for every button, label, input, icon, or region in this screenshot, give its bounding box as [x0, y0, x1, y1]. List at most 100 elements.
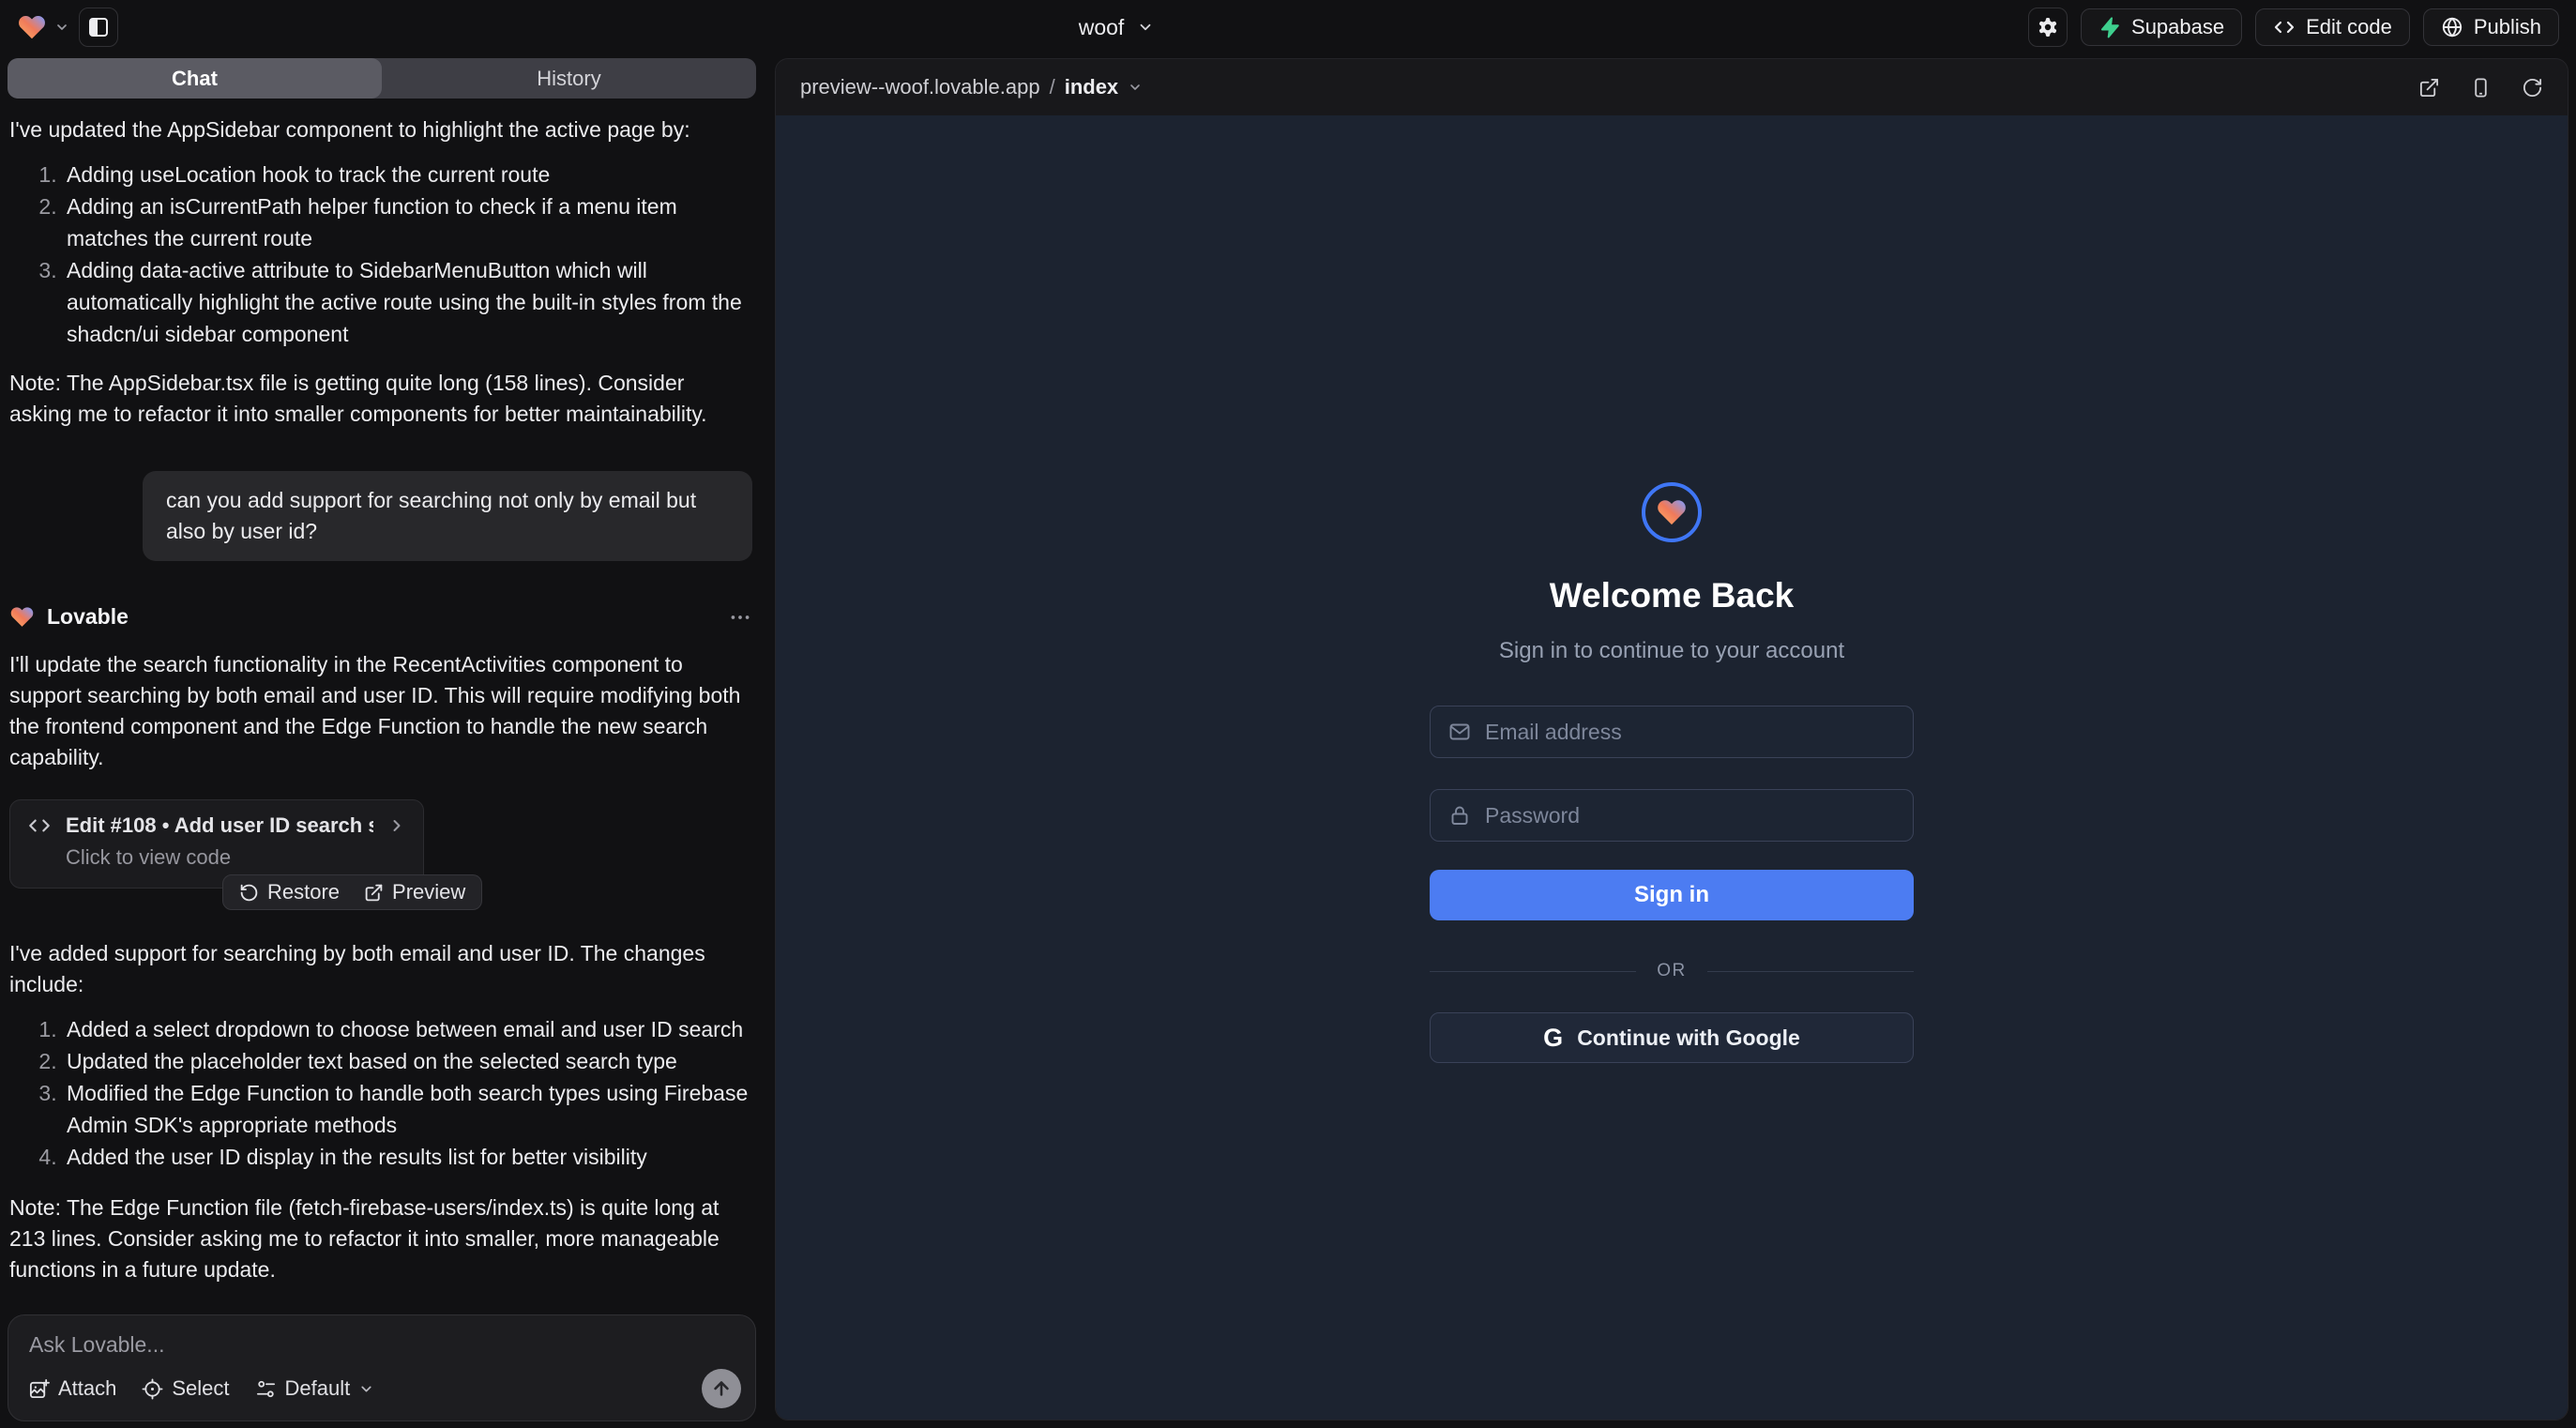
tab-history[interactable]: History: [382, 58, 756, 99]
assistant-header: Lovable: [9, 604, 752, 630]
supabase-label: Supabase: [2131, 15, 2224, 39]
chat-input[interactable]: [29, 1332, 735, 1358]
supabase-button[interactable]: Supabase: [2081, 8, 2242, 46]
auth-title: Welcome Back: [1550, 576, 1795, 615]
list-item: Updated the placeholder text based on th…: [63, 1045, 752, 1077]
preview-url-separator: /: [1050, 75, 1055, 99]
edit-code-label: Edit code: [2306, 15, 2392, 39]
top-bar: woof Supabase Edit code: [0, 0, 2576, 54]
chevron-right-icon: [387, 816, 406, 835]
assistant-note: Note: The AppSidebar.tsx file is getting…: [9, 368, 752, 430]
assistant-paragraph: I've updated the AppSidebar component to…: [9, 114, 752, 145]
or-label: OR: [1657, 961, 1687, 981]
preview-header: preview--woof.lovable.app / index: [776, 59, 2568, 115]
publish-button[interactable]: Publish: [2423, 8, 2559, 46]
list-item: Modified the Edge Function to handle bot…: [63, 1077, 752, 1141]
preview-button[interactable]: Preview: [364, 880, 465, 904]
sliders-icon: [255, 1378, 277, 1400]
composer: Attach Select Default: [8, 1314, 756, 1421]
edit-card-actions: Restore Preview: [222, 874, 482, 910]
open-in-new-tab-button[interactable]: [2418, 77, 2440, 99]
send-button[interactable]: [702, 1369, 741, 1408]
edit-code-button[interactable]: Edit code: [2255, 8, 2410, 46]
or-divider: OR: [1430, 962, 1914, 980]
settings-button[interactable]: [2028, 8, 2068, 47]
chat-panel: Chat History I've updated the AppSidebar…: [0, 54, 764, 1428]
google-button-label: Continue with Google: [1577, 1025, 1800, 1051]
globe-icon: [2441, 16, 2463, 38]
app-logo: [1642, 482, 1702, 542]
user-message-bubble: can you add support for searching not on…: [143, 471, 752, 561]
restore-button[interactable]: Restore: [239, 880, 340, 904]
chevron-down-icon: [1137, 19, 1154, 36]
lovable-heart-icon: [9, 604, 35, 630]
password-field[interactable]: [1430, 789, 1914, 842]
publish-label: Publish: [2474, 15, 2541, 39]
refresh-button[interactable]: [2522, 77, 2543, 99]
auth-card: Welcome Back Sign in to continue to your…: [1430, 115, 1914, 1063]
restore-label: Restore: [267, 880, 340, 904]
list-item: Adding an isCurrentPath helper function …: [63, 190, 752, 254]
lock-icon: [1448, 804, 1471, 827]
continue-with-google-button[interactable]: G Continue with Google: [1430, 1012, 1914, 1063]
list-item: Added a select dropdown to choose betwee…: [63, 1013, 752, 1045]
email-input[interactable]: [1485, 720, 1895, 745]
assistant-name: Lovable: [47, 604, 129, 630]
assistant-list: Added a select dropdown to choose betwee…: [9, 1013, 752, 1173]
heart-icon: [1656, 496, 1688, 528]
mobile-view-button[interactable]: [2470, 77, 2492, 99]
message-options-ellipsis-icon[interactable]: [728, 605, 752, 630]
chevron-down-icon: [54, 20, 69, 35]
preview-app-content: Welcome Back Sign in to continue to your…: [776, 115, 2568, 1420]
supabase-icon: [2099, 16, 2121, 38]
code-icon: [2273, 16, 2296, 38]
panel-left-icon: [87, 16, 110, 38]
model-label: Default: [285, 1376, 351, 1401]
assistant-paragraph: I'll update the search functionality in …: [9, 649, 752, 773]
assistant-note: Note: The Edge Function file (fetch-fire…: [9, 1193, 752, 1285]
select-label: Select: [172, 1376, 229, 1401]
select-element-button[interactable]: Select: [142, 1376, 229, 1401]
project-name: woof: [1079, 15, 1125, 40]
password-input[interactable]: [1485, 803, 1895, 828]
preview-page-selector[interactable]: index: [1065, 75, 1118, 99]
tab-chat[interactable]: Chat: [8, 58, 382, 99]
restore-icon: [239, 883, 259, 903]
code-icon: [27, 813, 52, 838]
preview-url[interactable]: preview--woof.lovable.app: [800, 75, 1040, 99]
toggle-sidebar-button[interactable]: [79, 8, 118, 47]
preview-panel: preview--woof.lovable.app / index: [775, 58, 2568, 1420]
list-item: Added the user ID display in the results…: [63, 1141, 752, 1173]
lovable-app: woof Supabase Edit code: [0, 0, 2576, 1428]
chevron-down-icon: [358, 1381, 374, 1397]
tab-chat-label: Chat: [172, 67, 218, 91]
chat-message-list[interactable]: I've updated the AppSidebar component to…: [0, 99, 764, 1308]
project-switcher[interactable]: woof: [976, 0, 1257, 54]
sign-in-button[interactable]: Sign in: [1430, 870, 1914, 920]
tab-history-label: History: [537, 67, 600, 91]
assistant-paragraph: I've added support for searching by both…: [9, 938, 752, 1000]
chat-history-tabs: Chat History: [8, 58, 756, 99]
email-field[interactable]: [1430, 706, 1914, 758]
assistant-list: Adding useLocation hook to track the cur…: [9, 159, 752, 350]
list-item: Adding useLocation hook to track the cur…: [63, 159, 752, 190]
attach-button[interactable]: Attach: [28, 1376, 116, 1401]
gear-icon: [2037, 16, 2059, 38]
external-link-icon: [364, 883, 384, 903]
google-g-icon: G: [1543, 1024, 1563, 1053]
attach-label: Attach: [58, 1376, 116, 1401]
edit-card-subtitle: Click to view code: [66, 845, 406, 870]
lovable-logo-menu[interactable]: [17, 12, 69, 42]
crosshair-icon: [142, 1378, 163, 1400]
list-item: Adding data-active attribute to SidebarM…: [63, 254, 752, 350]
envelope-icon: [1448, 721, 1471, 743]
lovable-heart-icon: [17, 12, 47, 42]
attach-image-icon: [28, 1378, 50, 1400]
edit-card-title: Edit #108 • Add user ID search supp...: [66, 813, 373, 838]
auth-subtitle: Sign in to continue to your account: [1499, 638, 1844, 664]
preview-label: Preview: [392, 880, 465, 904]
model-selector-button[interactable]: Default: [255, 1376, 375, 1401]
chevron-down-icon[interactable]: [1128, 80, 1143, 95]
arrow-up-icon: [711, 1378, 732, 1399]
edit-card-wrapper: Edit #108 • Add user ID search supp... C…: [9, 799, 752, 910]
